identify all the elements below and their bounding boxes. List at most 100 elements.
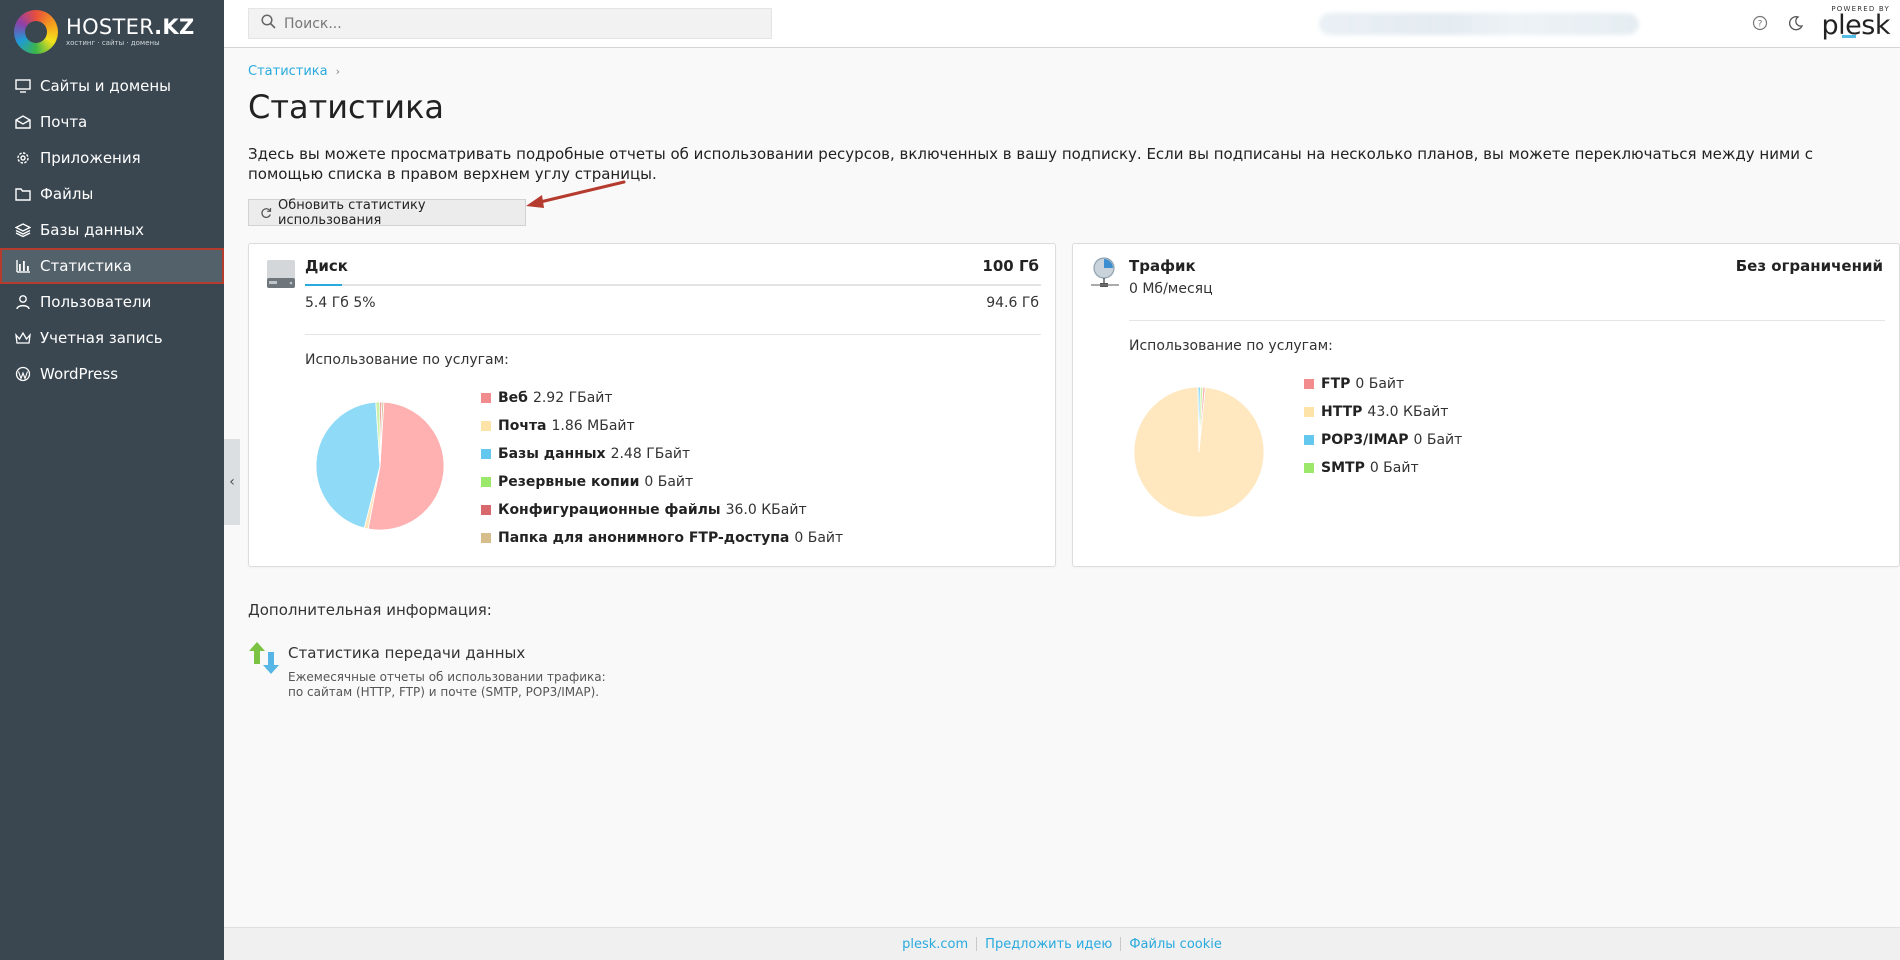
disk-usage-label: Использование по услугам: bbox=[305, 352, 509, 368]
legend-item: SMTP 0 Байт bbox=[1304, 454, 1462, 482]
logo-name: HOSTER.KZ bbox=[66, 15, 195, 39]
sidebar-item-applications[interactable]: Приложения bbox=[0, 140, 224, 176]
traffic-used: 0 Мб/месяц bbox=[1129, 281, 1213, 297]
disk-progress-fill bbox=[305, 284, 342, 286]
layers-icon bbox=[15, 222, 31, 238]
sidebar-item-label: Сайты и домены bbox=[40, 77, 172, 95]
legend-swatch bbox=[481, 421, 491, 431]
sidebar-item-label: WordPress bbox=[40, 365, 119, 383]
sidebar: HOSTER.KZ хостинг · сайты · домены Сайты… bbox=[0, 0, 224, 960]
gear-icon bbox=[15, 150, 31, 166]
search-box[interactable] bbox=[248, 8, 772, 39]
transfer-stats-link[interactable]: Статистика передачи данных bbox=[288, 644, 618, 662]
account-info-blurred[interactable] bbox=[1319, 13, 1639, 35]
sidebar-item-users[interactable]: Пользователи bbox=[0, 284, 224, 320]
legend-value: 0 Байт bbox=[794, 530, 844, 546]
disk-divider bbox=[305, 334, 1041, 335]
legend-item: Конфигурационные файлы 36.0 КБайт bbox=[481, 496, 843, 524]
legend-item: Резервные копии 0 Байт bbox=[481, 468, 843, 496]
legend-name: SMTP bbox=[1321, 460, 1365, 476]
legend-name: POP3/IMAP bbox=[1321, 432, 1409, 448]
sidebar-item-statistics[interactable]: Статистика bbox=[0, 248, 224, 284]
traffic-meter-icon bbox=[1089, 256, 1121, 294]
traffic-title: Трафик bbox=[1129, 257, 1196, 275]
breadcrumb-item[interactable]: Статистика bbox=[248, 64, 328, 79]
bar-chart-icon bbox=[15, 258, 31, 274]
legend-value: 0 Байт bbox=[1413, 432, 1463, 448]
footer-link-plesk[interactable]: plesk.com bbox=[894, 937, 976, 952]
disk-legend: Веб 2.92 ГБайт Почта 1.86 МБайт Базы данны… bbox=[481, 384, 843, 552]
user-icon bbox=[15, 294, 31, 310]
legend-swatch bbox=[481, 393, 491, 403]
folder-icon bbox=[15, 186, 31, 202]
logo-tagline: хостинг · сайты · домены bbox=[66, 39, 160, 47]
legend-swatch bbox=[1304, 379, 1314, 389]
monitor-icon bbox=[15, 78, 31, 94]
traffic-limit: Без ограничений bbox=[1735, 257, 1883, 275]
search-input[interactable] bbox=[284, 15, 764, 32]
legend-swatch bbox=[1304, 463, 1314, 473]
legend-item: FTP 0 Байт bbox=[1304, 370, 1462, 398]
legend-item: HTTP 43.0 КБайт bbox=[1304, 398, 1462, 426]
annotation-arrow-icon bbox=[526, 180, 626, 208]
sidebar-item-label: Почта bbox=[40, 113, 88, 131]
sidebar-item-databases[interactable]: Базы данных bbox=[0, 212, 224, 248]
transfer-stats-item[interactable]: Статистика передачи данных Ежемесячные о… bbox=[248, 640, 618, 700]
disk-card: Диск 100 Гб 5.4 Гб 5% 94.6 Гб Использова… bbox=[248, 243, 1056, 567]
disk-progress-bar bbox=[305, 284, 1041, 286]
legend-name: Папка для анонимного FTP-доступа bbox=[498, 530, 790, 546]
legend-value: 36.0 КБайт bbox=[725, 502, 807, 518]
legend-item: Почта 1.86 МБайт bbox=[481, 412, 843, 440]
top-header: ? POWERED BY plesk bbox=[224, 0, 1900, 48]
traffic-legend: FTP 0 Байт HTTP 43.0 КБайт POP3/IMAP 0 Байт… bbox=[1304, 370, 1462, 482]
legend-value: 1.86 МБайт bbox=[551, 418, 635, 434]
legend-item: Базы данных 2.48 ГБайт bbox=[481, 440, 843, 468]
transfer-arrows-icon bbox=[248, 640, 282, 676]
legend-name: Веб bbox=[498, 390, 528, 406]
legend-item: Веб 2.92 ГБайт bbox=[481, 384, 843, 412]
sidebar-collapse-handle[interactable]: ‹ bbox=[224, 439, 240, 525]
legend-name: FTP bbox=[1321, 376, 1351, 392]
refresh-icon bbox=[260, 207, 272, 219]
sidebar-item-label: Пользователи bbox=[40, 293, 152, 311]
legend-name: Базы данных bbox=[498, 446, 606, 462]
traffic-usage-label: Использование по услугам: bbox=[1129, 338, 1333, 354]
legend-value: 0 Байт bbox=[1369, 460, 1419, 476]
brand-logo[interactable]: HOSTER.KZ хостинг · сайты · домены bbox=[0, 0, 224, 64]
plesk-name: plesk bbox=[1821, 10, 1891, 41]
footer-link-cookies[interactable]: Файлы cookie bbox=[1121, 937, 1230, 952]
legend-value: 0 Байт bbox=[1355, 376, 1405, 392]
legend-item: POP3/IMAP 0 Байт bbox=[1304, 426, 1462, 454]
sidebar-item-label: Приложения bbox=[40, 149, 141, 167]
sidebar-item-account[interactable]: Учетная запись bbox=[0, 320, 224, 356]
sidebar-item-label: Статистика bbox=[40, 257, 132, 275]
sidebar-item-label: Базы данных bbox=[40, 221, 144, 239]
legend-value: 0 Байт bbox=[644, 474, 694, 490]
sidebar-item-files[interactable]: Файлы bbox=[0, 176, 224, 212]
footer: plesk.com Предложить идею Файлы cookie bbox=[224, 927, 1900, 960]
disk-free: 94.6 Гб bbox=[986, 295, 1039, 311]
sidebar-item-wordpress[interactable]: WordPress bbox=[0, 356, 224, 392]
page-intro: Здесь вы можете просматривать подробные … bbox=[248, 145, 1814, 183]
mail-icon bbox=[15, 114, 31, 130]
sidebar-item-sites[interactable]: Сайты и домены bbox=[0, 68, 224, 104]
crown-icon bbox=[15, 330, 31, 346]
page-title: Статистика bbox=[248, 88, 444, 126]
sidebar-nav: Сайты и домены Почта Приложения Файлы Ба… bbox=[0, 68, 224, 392]
refresh-stats-button[interactable]: Обновить статистику использования bbox=[248, 198, 526, 228]
disk-limit: 100 Гб bbox=[982, 257, 1039, 275]
legend-name: Конфигурационные файлы bbox=[498, 502, 721, 518]
disk-pie-chart bbox=[315, 401, 445, 531]
dark-mode-icon[interactable] bbox=[1787, 14, 1805, 32]
footer-link-suggest-idea[interactable]: Предложить идею bbox=[977, 937, 1120, 952]
legend-name: HTTP bbox=[1321, 404, 1363, 420]
plesk-logo[interactable]: POWERED BY plesk bbox=[1820, 5, 1891, 43]
help-icon[interactable]: ? bbox=[1751, 14, 1769, 32]
legend-value: 43.0 КБайт bbox=[1367, 404, 1449, 420]
wordpress-icon bbox=[15, 366, 31, 382]
sidebar-item-label: Файлы bbox=[40, 185, 94, 203]
chevron-left-icon: ‹ bbox=[229, 474, 235, 490]
sidebar-item-mail[interactable]: Почта bbox=[0, 104, 224, 140]
legend-value: 2.48 ГБайт bbox=[610, 446, 691, 462]
legend-swatch bbox=[481, 477, 491, 487]
